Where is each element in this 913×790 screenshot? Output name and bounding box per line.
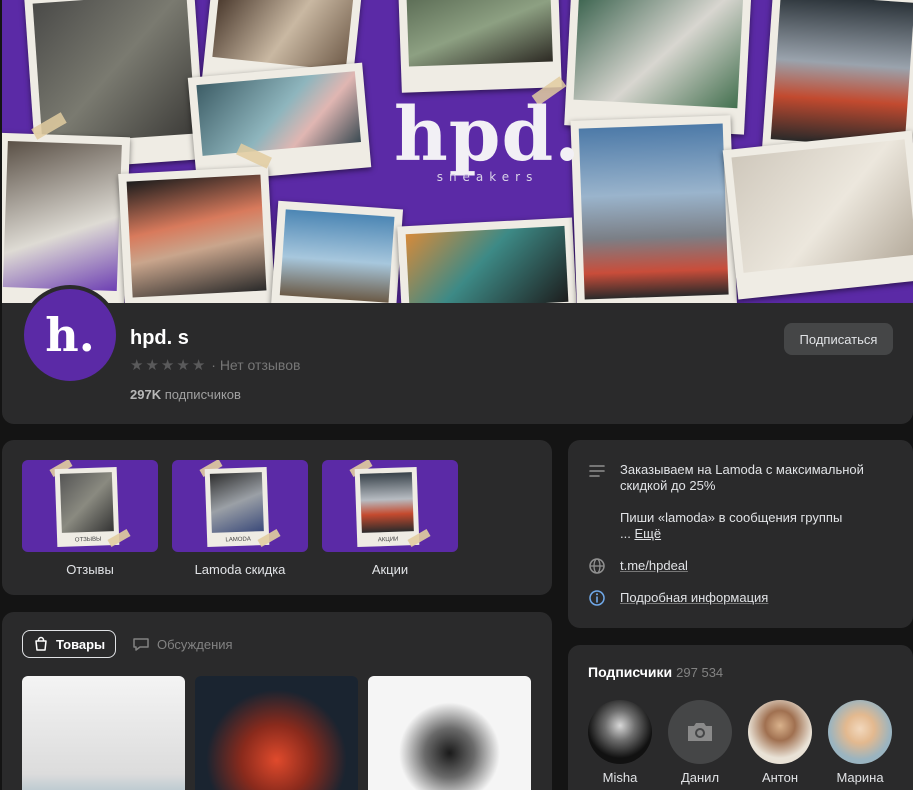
followers-count: 297 534 (676, 665, 724, 680)
shopping-bag-icon (35, 636, 47, 651)
follower-name: Марина (836, 770, 884, 785)
followers-title-text: Подписчики (588, 664, 673, 680)
chat-bubble-icon (133, 638, 149, 651)
albums-section: ОТЗЫВЫ Отзывы LAMODA Lamoda скидка АКЦИИ… (2, 440, 552, 595)
group-avatar[interactable]: h. (20, 285, 120, 385)
cover-photo (570, 115, 738, 303)
album-label: Акции (371, 562, 409, 577)
subscribe-button[interactable]: Подписаться (784, 323, 893, 355)
tab-goods-label: Товары (56, 636, 106, 652)
cover-photo (2, 132, 131, 303)
tab-goods[interactable]: Товары (22, 630, 117, 658)
description-ellipsis: ... (620, 526, 631, 541)
cover-photo (722, 130, 913, 300)
album-label: Lamoda скидка (194, 562, 286, 577)
brand-logo-text: hpd. (394, 92, 582, 178)
description-line: Заказываем на Lamoda с максимальной скид… (620, 462, 864, 493)
subscribers-label: подписчиков (164, 387, 241, 402)
rating[interactable]: ★ ★ ★ ★ ★ · Нет отзывов (130, 356, 300, 374)
group-description: Заказываем на Lamoda с максимальной скид… (620, 462, 890, 542)
follower-name: Данил (680, 770, 720, 785)
globe-icon (589, 558, 605, 574)
followers-section: Подписчики 297 534 Misha Данил Антон Мари… (568, 645, 913, 790)
album-thumbnail: ОТЗЫВЫ (22, 460, 158, 552)
cover-photo (269, 200, 404, 303)
cover-photo (397, 217, 578, 303)
star-icon: ★ (130, 357, 144, 374)
follower-name: Антон (761, 770, 799, 785)
group-name: hpd. s (130, 327, 189, 349)
product-card[interactable] (195, 676, 358, 790)
details-link[interactable]: Подробная информация (620, 590, 768, 605)
follower-item[interactable]: Антон (748, 700, 812, 785)
star-icon: ★ (145, 357, 159, 374)
group-info: Заказываем на Lamoda с максимальной скид… (568, 440, 913, 628)
camera-icon (688, 723, 712, 741)
follower-item[interactable]: Данил (668, 700, 732, 785)
follower-item[interactable]: Misha (588, 700, 652, 785)
profile-header: h. hpd. s ★ ★ ★ ★ ★ · Нет отзывов 297K п… (2, 285, 913, 424)
star-icon: ★ (176, 357, 190, 374)
avatar (828, 700, 892, 764)
group-cover[interactable]: hpd. sneakers (2, 0, 913, 303)
followers-title[interactable]: Подписчики 297 534 (588, 664, 723, 680)
reviews-text: · Нет отзывов (211, 357, 301, 373)
info-icon (589, 590, 605, 606)
cover-photo (564, 0, 752, 135)
album-item[interactable]: АКЦИИ Акции (322, 460, 458, 577)
description-icon (589, 465, 605, 477)
follower-name: Misha (602, 770, 638, 785)
album-item[interactable]: ОТЗЫВЫ Отзывы (22, 460, 158, 577)
cover-photo (118, 166, 276, 303)
album-thumbnail: АКЦИИ (322, 460, 458, 552)
star-icon: ★ (191, 357, 206, 374)
album-label: Отзывы (66, 562, 114, 577)
subscribers-count[interactable]: 297K подписчиков (130, 387, 241, 402)
website-link[interactable]: t.me/hpdeal (620, 558, 688, 573)
description-line: Пиши «lamoda» в сообщения группы (620, 510, 843, 525)
cover-photo (398, 0, 562, 93)
avatar (668, 700, 732, 764)
more-link[interactable]: Ещё (634, 526, 661, 541)
product-card[interactable] (368, 676, 531, 790)
avatar (588, 700, 652, 764)
album-item[interactable]: LAMODA Lamoda скидка (172, 460, 308, 577)
avatar-letter: h. (45, 308, 95, 362)
cover-photo (187, 62, 372, 183)
subscribers-number: 297K (130, 387, 162, 402)
album-thumbnail: LAMODA (172, 460, 308, 552)
brand-logo: hpd. sneakers (394, 98, 581, 184)
product-card[interactable] (22, 676, 185, 790)
star-icon: ★ (160, 357, 175, 374)
tab-discussions-label: Обсуждения (157, 636, 233, 652)
avatar (748, 700, 812, 764)
follower-item[interactable]: Марина (828, 700, 892, 785)
products-section: Товары Обсуждения (2, 612, 552, 790)
tab-discussions[interactable]: Обсуждения (132, 630, 233, 658)
